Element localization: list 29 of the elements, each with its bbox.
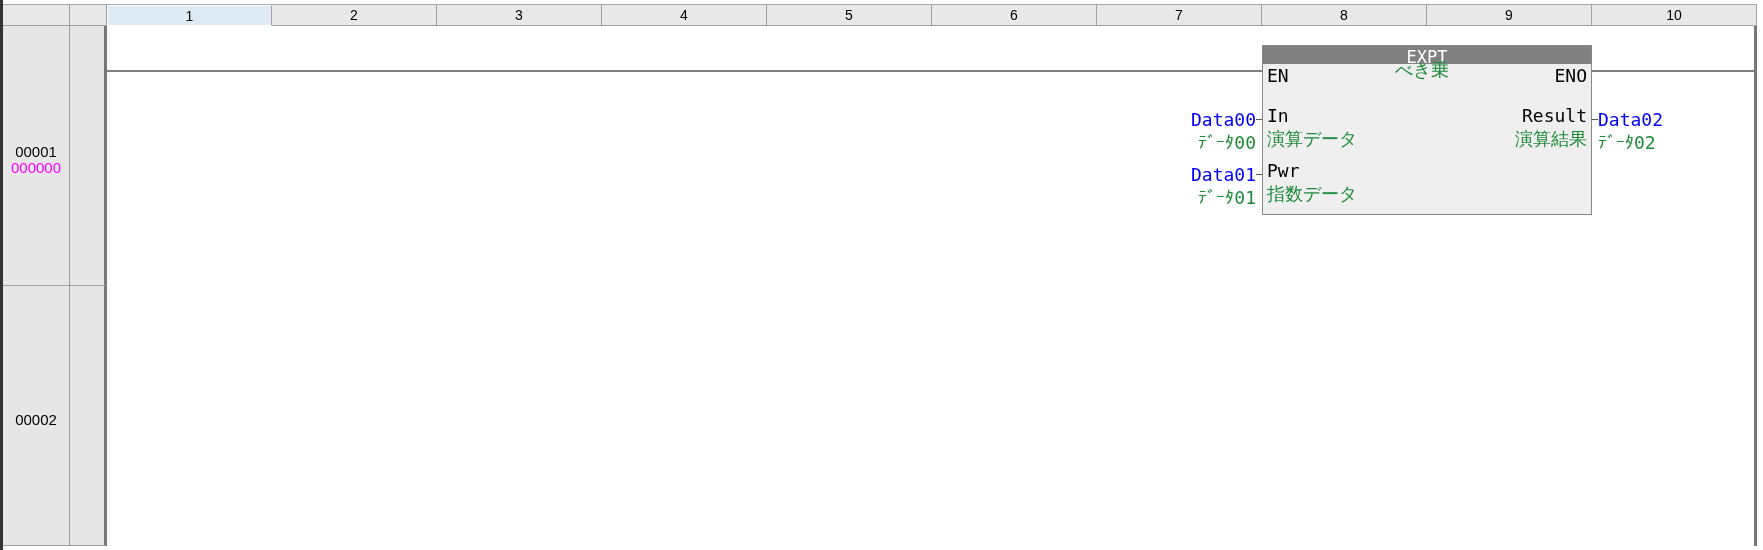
variable-name: Data01	[1190, 163, 1256, 186]
variable-comment: ﾃﾞｰﾀ02	[1597, 131, 1656, 154]
pin-comment: 指数データ	[1267, 182, 1357, 205]
pin-label: EN	[1267, 64, 1289, 88]
column-header[interactable]: 5	[767, 5, 932, 26]
column-header[interactable]: 4	[602, 5, 767, 26]
column-header[interactable]: 1	[107, 5, 272, 26]
pin-label: Pwr	[1267, 159, 1301, 182]
rung-number: 00002	[15, 411, 57, 428]
row-header[interactable]: 00002	[3, 286, 70, 546]
pin-label: In	[1267, 104, 1290, 127]
column-header[interactable]: 10	[1592, 5, 1757, 26]
column-header[interactable]: 9	[1427, 5, 1592, 26]
pin-label: Result	[1521, 104, 1587, 127]
row-header[interactable]: 00001 000000	[3, 26, 70, 286]
rung-number: 00001	[15, 143, 57, 160]
column-header[interactable]: 8	[1262, 5, 1427, 26]
column-header[interactable]: 7	[1097, 5, 1262, 26]
column-header[interactable]: 6	[932, 5, 1097, 26]
column-header[interactable]: 2	[272, 5, 437, 26]
variable-name: Data00	[1190, 108, 1256, 131]
pin-label: ENO	[1554, 64, 1587, 88]
pin-comment: 演算結果	[1515, 127, 1587, 150]
step-number: 000000	[10, 159, 62, 176]
column-header[interactable]: 3	[437, 5, 602, 26]
pin-comment: 演算データ	[1267, 127, 1357, 150]
variable-comment: ﾃﾞｰﾀ00	[1198, 131, 1257, 154]
variable-comment: ﾃﾞｰﾀ01	[1198, 186, 1257, 209]
variable-name: Data02	[1598, 108, 1664, 131]
